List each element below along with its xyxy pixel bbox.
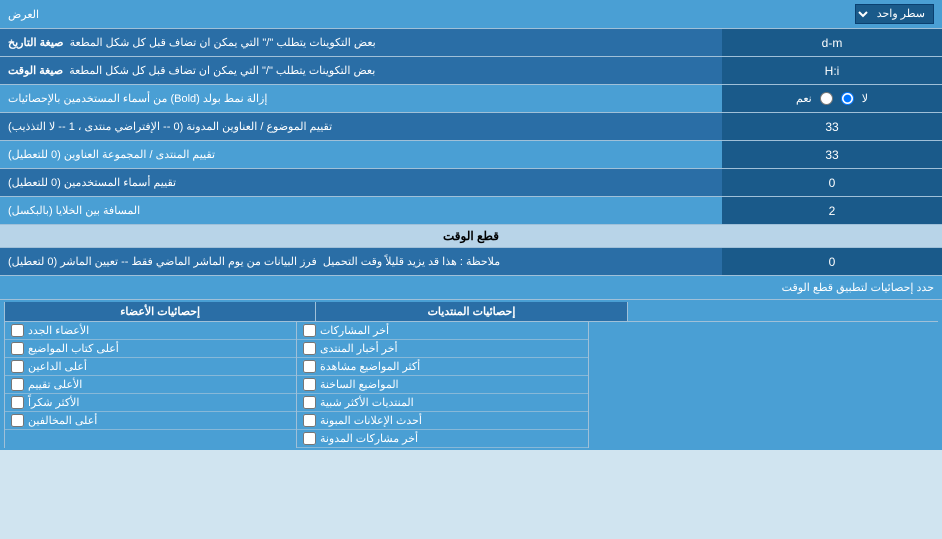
display-select[interactable]: سطر واحد bbox=[855, 4, 934, 24]
forum-address-input[interactable] bbox=[728, 148, 936, 162]
date-format-row: بعض التكوينات يتطلب "/" التي يمكن ان تضا… bbox=[0, 29, 942, 57]
col3-header bbox=[627, 302, 938, 321]
col1-item-4: الأكثر شكراً bbox=[5, 394, 296, 412]
forum-address-label: تقييم المنتدى / المجموعة العناوين (0 للت… bbox=[0, 141, 722, 168]
col2-check-2[interactable] bbox=[303, 360, 316, 373]
col2-check-6[interactable] bbox=[303, 432, 316, 445]
col1-label-4: الأكثر شكراً bbox=[28, 396, 79, 409]
col2-check-1[interactable] bbox=[303, 342, 316, 355]
col2-label-1: أخر أخبار المنتدى bbox=[320, 342, 398, 355]
col1-check-0[interactable] bbox=[11, 324, 24, 337]
bold-radio-wrapper: لا نعم bbox=[722, 85, 942, 112]
display-select-wrapper[interactable]: سطر واحد bbox=[855, 4, 934, 24]
col1-items: الأعضاء الجدد أعلى كتاب المواضيع أعلى ال… bbox=[4, 322, 296, 448]
time-format-input[interactable] bbox=[728, 64, 936, 78]
col1-check-2[interactable] bbox=[11, 360, 24, 373]
col2-header: إحصائيات المنتديات bbox=[315, 302, 626, 321]
bold-no-label: لا bbox=[862, 92, 868, 105]
col2-check-4[interactable] bbox=[303, 396, 316, 409]
col1-check-4[interactable] bbox=[11, 396, 24, 409]
bold-removal-label: إزالة نمط بولد (Bold) من أسماء المستخدمي… bbox=[0, 85, 722, 112]
col2-label-3: المواضيع الساخنة bbox=[320, 378, 399, 391]
col1-check-1[interactable] bbox=[11, 342, 24, 355]
date-format-input[interactable] bbox=[728, 36, 936, 50]
date-format-input-wrapper[interactable] bbox=[722, 29, 942, 56]
time-format-input-wrapper[interactable] bbox=[722, 57, 942, 84]
col2-label-5: أحدث الإعلانات المبونة bbox=[320, 414, 422, 427]
col1-label-3: الأعلى تقييم bbox=[28, 378, 82, 391]
col2-item-0: أخر المشاركات bbox=[297, 322, 588, 340]
topic-address-input-wrapper[interactable] bbox=[722, 113, 942, 140]
col1-item-0: الأعضاء الجدد bbox=[5, 322, 296, 340]
cell-spacing-input[interactable] bbox=[728, 204, 936, 218]
user-names-input[interactable] bbox=[728, 176, 936, 190]
col2-label-4: المنتديات الأكثر شبية bbox=[320, 396, 414, 409]
col2-item-3: المواضيع الساخنة bbox=[297, 376, 588, 394]
checkbox-section: إحصائيات المنتديات إحصائيات الأعضاء أخر … bbox=[0, 300, 942, 450]
col1-item-2: أعلى الداعين bbox=[5, 358, 296, 376]
col1-header: إحصائيات الأعضاء bbox=[4, 302, 315, 321]
col1-label-2: أعلى الداعين bbox=[28, 360, 87, 373]
user-names-label: تقييم أسماء المستخدمين (0 للتعطيل) bbox=[0, 169, 722, 196]
cutoff-input[interactable] bbox=[728, 255, 936, 269]
cutoff-label: ملاحظة : هذا قد يزيد قليلاً وقت التحميل … bbox=[0, 248, 722, 275]
col1-check-5[interactable] bbox=[11, 414, 24, 427]
cell-spacing-input-wrapper[interactable] bbox=[722, 197, 942, 224]
bold-yes-radio[interactable] bbox=[820, 92, 833, 105]
col2-item-4: المنتديات الأكثر شبية bbox=[297, 394, 588, 412]
cutoff-input-wrapper[interactable] bbox=[722, 248, 942, 275]
col2-check-3[interactable] bbox=[303, 378, 316, 391]
display-label: العرض bbox=[8, 8, 39, 21]
col1-item-5: أعلى المخالفين bbox=[5, 412, 296, 430]
forum-address-input-wrapper[interactable] bbox=[722, 141, 942, 168]
time-format-label: بعض التكوينات يتطلب "/" التي يمكن ان تضا… bbox=[0, 57, 722, 84]
user-names-input-wrapper[interactable] bbox=[722, 169, 942, 196]
topic-address-input[interactable] bbox=[728, 120, 936, 134]
col2-items: أخر المشاركات أخر أخبار المنتدى أكثر الم… bbox=[296, 322, 588, 448]
time-format-row: بعض التكوينات يتطلب "/" التي يمكن ان تضا… bbox=[0, 57, 942, 85]
col1-label-1: أعلى كتاب المواضيع bbox=[28, 342, 119, 355]
col2-label-2: أكثر المواضيع مشاهدة bbox=[320, 360, 420, 373]
col1-check-3[interactable] bbox=[11, 378, 24, 391]
topic-address-row: تقييم الموضوع / العناوين المدونة (0 -- ا… bbox=[0, 113, 942, 141]
top-row: سطر واحد العرض bbox=[0, 0, 942, 29]
bold-yes-label: نعم bbox=[796, 92, 812, 105]
col2-item-2: أكثر المواضيع مشاهدة bbox=[297, 358, 588, 376]
bold-radio-group: لا نعم bbox=[790, 88, 874, 109]
bold-no-radio[interactable] bbox=[841, 92, 854, 105]
user-names-row: تقييم أسماء المستخدمين (0 للتعطيل) bbox=[0, 169, 942, 197]
col3-items bbox=[588, 322, 938, 448]
main-container: سطر واحد العرض بعض التكوينات يتطلب "/" ا… bbox=[0, 0, 942, 450]
col1-item-1: أعلى كتاب المواضيع bbox=[5, 340, 296, 358]
col2-check-0[interactable] bbox=[303, 324, 316, 337]
checkbox-header-row: إحصائيات المنتديات إحصائيات الأعضاء bbox=[4, 302, 938, 322]
col2-item-5: أحدث الإعلانات المبونة bbox=[297, 412, 588, 430]
col1-label-0: الأعضاء الجدد bbox=[28, 324, 89, 337]
cutoff-row: ملاحظة : هذا قد يزيد قليلاً وقت التحميل … bbox=[0, 248, 942, 276]
col2-label-0: أخر المشاركات bbox=[320, 324, 389, 337]
col2-item-6: أخر مشاركات المدونة bbox=[297, 430, 588, 448]
topic-address-label: تقييم الموضوع / العناوين المدونة (0 -- ا… bbox=[0, 113, 722, 140]
apply-cutoff-label: حدد إحصائيات لتطبيق قطع الوقت bbox=[0, 277, 942, 298]
col1-item-3: الأعلى تقييم bbox=[5, 376, 296, 394]
col2-label-6: أخر مشاركات المدونة bbox=[320, 432, 418, 445]
checkbox-rows: أخر المشاركات أخر أخبار المنتدى أكثر الم… bbox=[4, 322, 938, 448]
col2-item-1: أخر أخبار المنتدى bbox=[297, 340, 588, 358]
forum-address-row: تقييم المنتدى / المجموعة العناوين (0 للت… bbox=[0, 141, 942, 169]
col2-check-5[interactable] bbox=[303, 414, 316, 427]
cell-spacing-row: المسافة بين الخلايا (بالبكسل) bbox=[0, 197, 942, 225]
cell-spacing-label: المسافة بين الخلايا (بالبكسل) bbox=[0, 197, 722, 224]
cutoff-section-header: قطع الوقت bbox=[0, 225, 942, 248]
col1-label-5: أعلى المخالفين bbox=[28, 414, 97, 427]
date-format-label: بعض التكوينات يتطلب "/" التي يمكن ان تضا… bbox=[0, 29, 722, 56]
bold-removal-row: لا نعم إزالة نمط بولد (Bold) من أسماء ال… bbox=[0, 85, 942, 113]
